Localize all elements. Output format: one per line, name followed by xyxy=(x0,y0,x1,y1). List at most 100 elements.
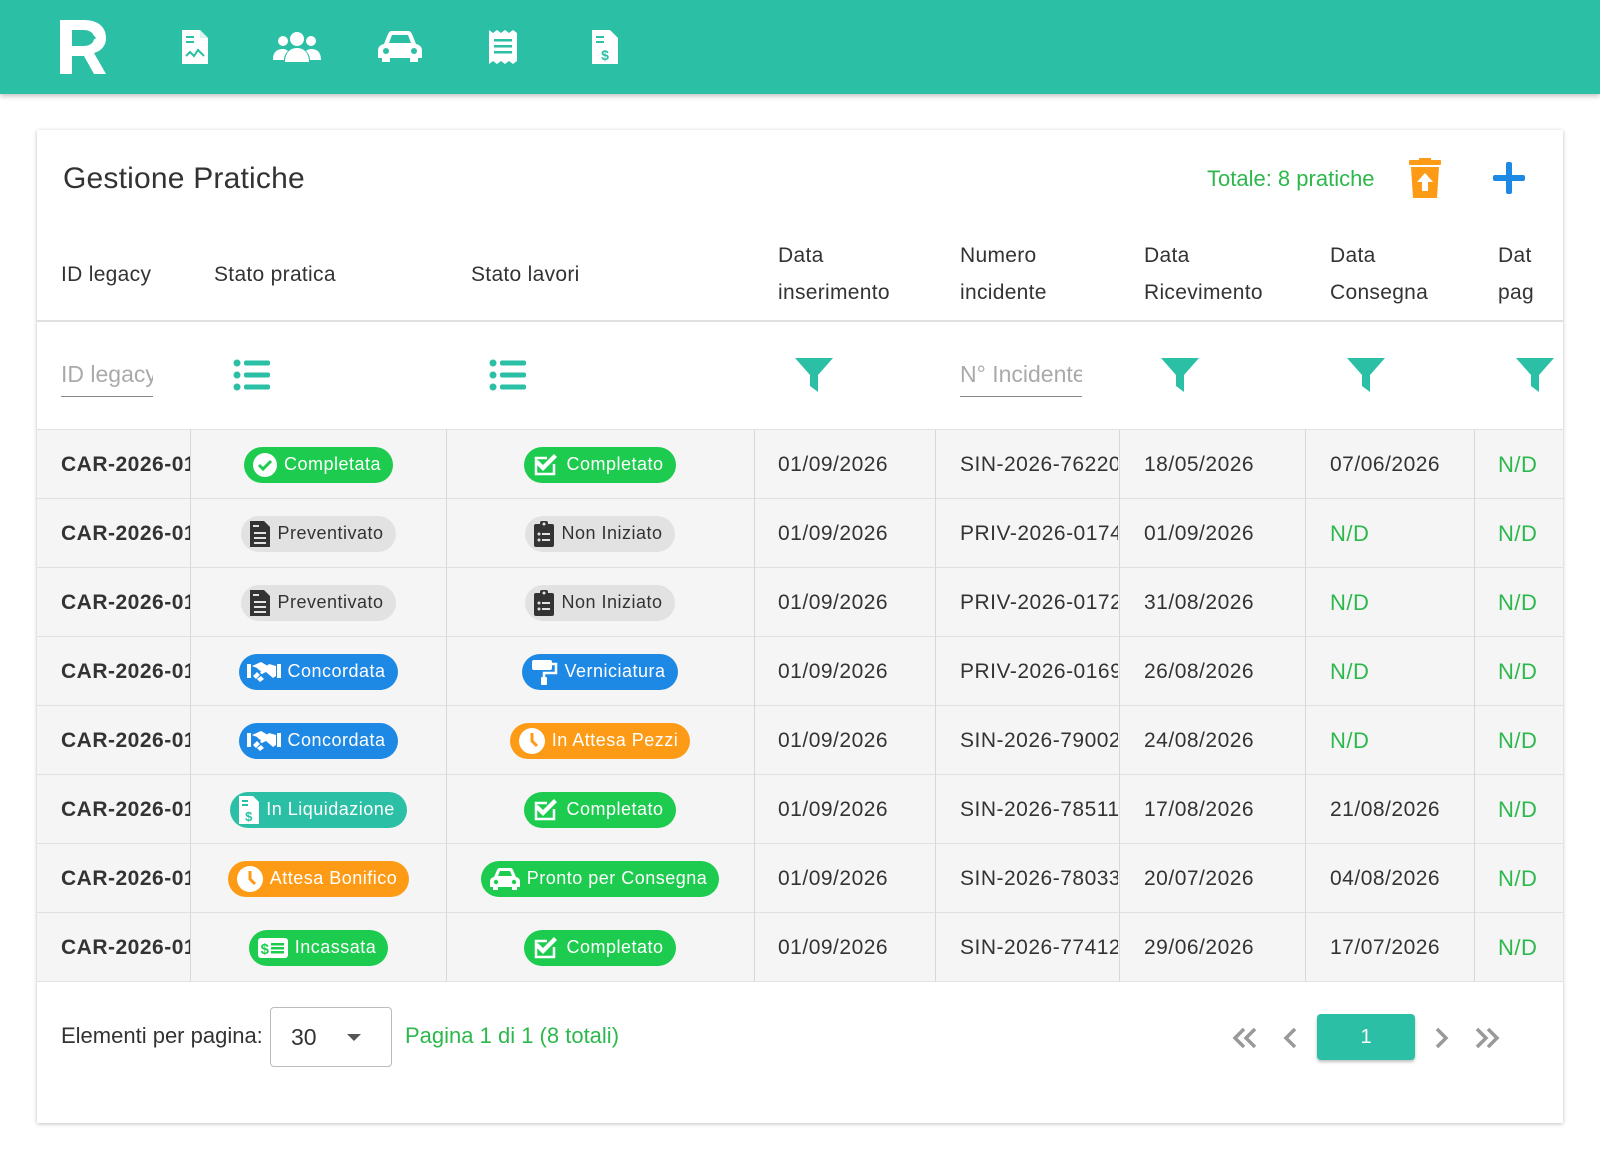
numero-incidente-filter-input[interactable] xyxy=(960,353,1082,397)
badge-label: Non Iniziato xyxy=(561,523,663,543)
cell-id: CAR-2026-01 xyxy=(61,452,191,476)
col-id-legacy[interactable]: ID legacy xyxy=(61,226,201,322)
stato-pratica-badge: Preventivato xyxy=(241,515,396,552)
paint-roller-icon xyxy=(530,658,564,686)
chevron-down-icon xyxy=(347,1034,361,1041)
table-row[interactable]: CAR-2026-01 Preventivato Non Iniziato 01/09… xyxy=(37,499,1563,568)
file-dollar-icon: $ xyxy=(238,795,266,825)
cell-lavori: Verniciatura xyxy=(446,637,754,706)
table-header: ID legacy Stato pratica Stato lavori Dat… xyxy=(37,226,1563,322)
page-info: Pagina 1 di 1 (8 totali) xyxy=(405,1023,620,1048)
export-icon xyxy=(1409,158,1441,198)
id-legacy-filter-input[interactable] xyxy=(61,353,153,397)
check-icon xyxy=(532,935,566,961)
cell-lavori: Completato xyxy=(446,775,754,844)
table-row[interactable]: CAR-2026-01 Completata Completato 01/09/202… xyxy=(37,430,1563,499)
data-pagamento-filter[interactable] xyxy=(1515,322,1555,428)
col-numero-incidente[interactable]: Numero incidente xyxy=(960,226,1090,322)
money-bill-icon: $ xyxy=(257,937,295,959)
table-row[interactable]: CAR-2026-01 Attesa Bonifico Pronto per Con… xyxy=(37,844,1563,913)
cell-inserimento: 01/09/2026 xyxy=(778,452,889,476)
receipts-icon[interactable] xyxy=(478,24,528,70)
cell-id: CAR-2026-01 xyxy=(61,590,191,614)
badge-label: In Attesa Pezzi xyxy=(551,730,679,750)
stato-lavori-badge: Completato xyxy=(524,929,676,966)
list-icon xyxy=(233,359,270,391)
filter-icon xyxy=(795,358,833,392)
badge-label: In Liquidazione xyxy=(266,799,395,819)
cell-pagamento: N/D xyxy=(1498,934,1538,960)
badge-label: Non Iniziato xyxy=(561,592,663,612)
cell-inserimento: 01/09/2026 xyxy=(778,866,889,890)
cell-pagamento: N/D xyxy=(1498,589,1538,615)
export-button[interactable] xyxy=(1407,158,1447,202)
cell-pagamento: N/D xyxy=(1498,727,1538,753)
check-icon xyxy=(532,797,566,823)
table-row[interactable]: CAR-2026-01 Concordata Verniciatura 01/09/2… xyxy=(37,637,1563,706)
cell-pagamento: N/D xyxy=(1498,658,1538,684)
per-page-select[interactable]: 30 xyxy=(270,1007,392,1067)
cell-consegna: 07/06/2026 xyxy=(1330,452,1441,476)
file-invoice-icon xyxy=(249,589,277,617)
cell-lavori: Completato xyxy=(446,913,754,982)
table-row[interactable]: CAR-2026-01 Preventivato Non Iniziato 01/09… xyxy=(37,568,1563,637)
column-divider xyxy=(190,430,191,981)
per-page-label: Elementi per pagina: xyxy=(61,1023,263,1048)
cell-id: CAR-2026-01 xyxy=(61,659,191,683)
cell-ricevimento: 18/05/2026 xyxy=(1144,452,1255,476)
col-stato-pratica[interactable]: Stato pratica xyxy=(214,226,414,322)
table-row[interactable]: CAR-2026-01 $ In Liquidazione Completato 01/… xyxy=(37,775,1563,844)
cell-id: CAR-2026-01 xyxy=(61,935,191,959)
chevron-right-icon xyxy=(1435,1027,1449,1049)
column-divider xyxy=(1474,430,1475,981)
col-data-ricevimento[interactable]: Data Ricevimento xyxy=(1144,226,1284,322)
cell-consegna: 17/07/2026 xyxy=(1330,935,1441,959)
badge-label: Preventivato xyxy=(277,592,384,612)
cell-inserimento: 01/09/2026 xyxy=(778,590,889,614)
cell-incidente: SIN-2026-77412 xyxy=(960,935,1118,959)
cell-inserimento: 01/09/2026 xyxy=(778,728,889,752)
check-circle-icon xyxy=(252,452,284,478)
col-stato-lavori[interactable]: Stato lavori xyxy=(471,226,671,322)
vehicles-icon[interactable] xyxy=(375,24,425,70)
column-divider xyxy=(935,430,936,981)
data-inserimento-filter[interactable] xyxy=(794,322,834,428)
total-count: Totale: 8 pratiche xyxy=(1207,166,1375,191)
last-page-button[interactable] xyxy=(1469,1020,1505,1056)
cell-id: CAR-2026-01 xyxy=(61,866,191,890)
prev-page-button[interactable] xyxy=(1273,1020,1309,1056)
badge-label: Completato xyxy=(566,937,664,957)
add-pratica-button[interactable] xyxy=(1491,160,1531,200)
cell-lavori: Non Iniziato xyxy=(446,499,754,568)
table-row[interactable]: CAR-2026-01 Concordata In Attesa Pezzi 01/0… xyxy=(37,706,1563,775)
stato-pratica-filter[interactable] xyxy=(233,322,271,428)
cell-pagamento: N/D xyxy=(1498,796,1538,822)
stato-pratica-badge: Concordata xyxy=(239,653,398,690)
data-consegna-filter[interactable] xyxy=(1346,322,1386,428)
data-ricevimento-filter[interactable] xyxy=(1160,322,1200,428)
cell-ricevimento: 31/08/2026 xyxy=(1144,590,1255,614)
double-chevron-right-icon xyxy=(1475,1027,1500,1049)
cell-incidente: SIN-2026-78511 xyxy=(960,797,1118,821)
page-1-button[interactable]: 1 xyxy=(1317,1014,1415,1060)
documents-icon[interactable] xyxy=(170,24,220,70)
table-row[interactable]: CAR-2026-01 $ Incassata Completato 01/09/202… xyxy=(37,913,1563,982)
cell-pratica: $ Incassata xyxy=(191,913,446,982)
col-data-pagamento[interactable]: Dat pag xyxy=(1498,226,1563,322)
cell-ricevimento: 20/07/2026 xyxy=(1144,866,1255,890)
cell-consegna: N/D xyxy=(1330,727,1370,753)
app-logo[interactable] xyxy=(58,16,112,76)
stato-lavori-filter[interactable] xyxy=(489,322,527,428)
cell-pratica: Preventivato xyxy=(191,568,446,637)
next-page-button[interactable] xyxy=(1423,1020,1459,1056)
first-page-button[interactable] xyxy=(1227,1020,1263,1056)
col-data-consegna[interactable]: Data Consegna xyxy=(1330,226,1470,322)
cell-consegna: N/D xyxy=(1330,520,1370,546)
col-data-inserimento[interactable]: Data inserimento xyxy=(778,226,918,322)
stato-pratica-badge: Concordata xyxy=(239,722,398,759)
clients-icon[interactable] xyxy=(272,24,322,70)
invoices-icon[interactable]: $ xyxy=(580,24,630,70)
file-invoice-icon xyxy=(249,520,277,548)
stato-lavori-badge: Non Iniziato xyxy=(525,584,675,621)
stato-pratica-badge: $ Incassata xyxy=(248,929,389,966)
